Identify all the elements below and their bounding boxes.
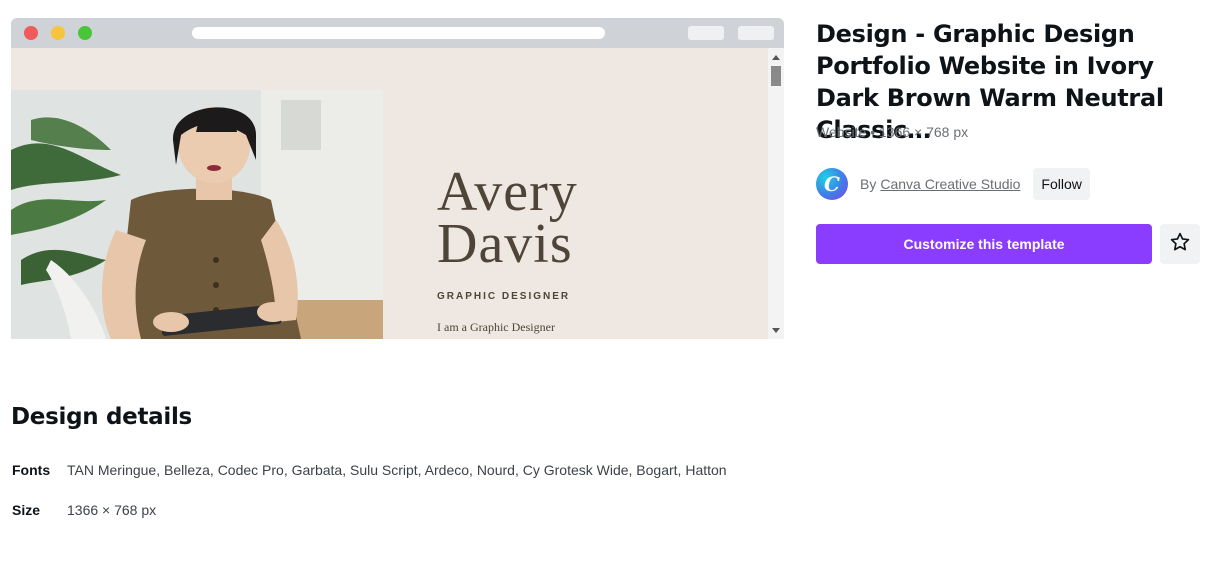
window-maximize-dot: [78, 26, 92, 40]
preview-hero-name: Avery Davis: [437, 161, 578, 275]
star-outline-icon: [1169, 231, 1191, 257]
preview-hero-role: GRAPHIC DESIGNER: [437, 291, 571, 302]
favorite-button[interactable]: [1160, 224, 1200, 264]
size-label: Size: [12, 502, 41, 518]
size-value: 1366 × 768 px: [67, 502, 157, 518]
creator-row: C By Canva Creative Studio Follow: [816, 168, 1090, 200]
browser-toolbar: [11, 18, 784, 48]
preview-viewport[interactable]: Avery Davis GRAPHIC DESIGNER I am a Grap…: [11, 48, 768, 339]
fonts-value: TAN Meringue, Belleza, Codec Pro, Garbat…: [67, 462, 727, 478]
toolbar-button-placeholder: [738, 26, 774, 40]
toolbar-button-placeholder: [688, 26, 724, 40]
portfolio-photo: [11, 90, 383, 339]
scroll-down-arrow-icon[interactable]: [772, 328, 780, 333]
template-meta: Website • 1366 × 768 px: [816, 124, 969, 140]
fonts-row: Fonts TAN Meringue, Belleza, Codec Pro, …: [12, 462, 727, 478]
template-preview[interactable]: Avery Davis GRAPHIC DESIGNER I am a Grap…: [11, 18, 784, 339]
follow-button[interactable]: Follow: [1033, 168, 1090, 200]
size-row: Size 1366 × 768 px: [12, 502, 156, 518]
scroll-thumb[interactable]: [771, 66, 781, 86]
address-bar: [192, 27, 605, 39]
window-close-dot: [24, 26, 38, 40]
creator-avatar[interactable]: C: [816, 168, 848, 200]
creator-name-link[interactable]: Canva Creative Studio: [880, 176, 1020, 192]
design-details-heading: Design details: [11, 404, 192, 430]
preview-hero-intro: I am a Graphic Designer: [437, 320, 555, 334]
customize-template-button[interactable]: Customize this template: [816, 224, 1152, 264]
fonts-label: Fonts: [12, 462, 51, 478]
window-minimize-dot: [51, 26, 65, 40]
preview-hero-text: Avery Davis GRAPHIC DESIGNER I am a Grap…: [437, 161, 578, 334]
preview-scrollbar[interactable]: [768, 48, 784, 339]
scroll-up-arrow-icon[interactable]: [772, 55, 780, 60]
canva-logo-icon: C: [824, 172, 840, 196]
by-label: By: [860, 176, 877, 192]
